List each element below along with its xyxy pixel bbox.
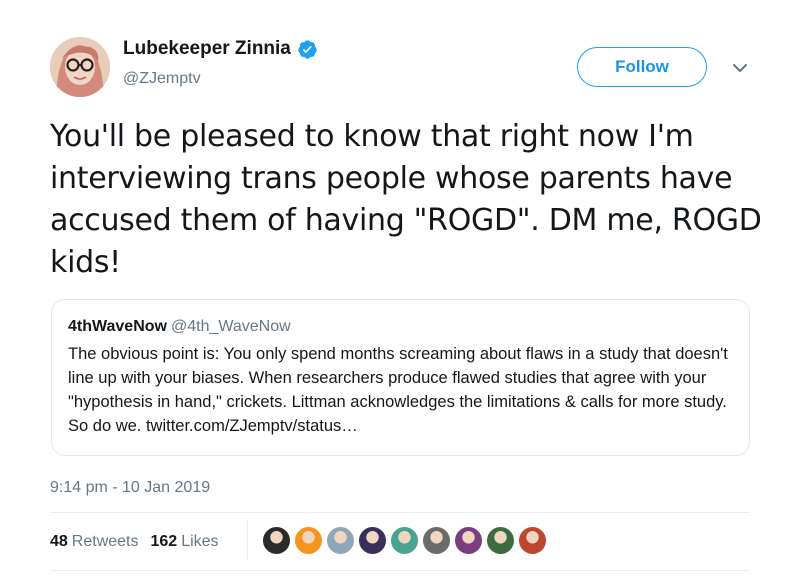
tweet-timestamp[interactable]: 9:14 pm - 10 Jan 2019 [50, 479, 210, 497]
author-name-text: Lubekeeper Zinnia [123, 38, 291, 59]
stats-separator [247, 521, 248, 561]
quoted-tweet[interactable]: 4thWaveNow @4th_WaveNow The obvious point… [51, 299, 750, 456]
divider [50, 570, 750, 571]
author-handle[interactable]: @ZJemptv [123, 70, 201, 88]
liker-avatar-9[interactable] [518, 526, 547, 555]
liker-avatar-4[interactable] [358, 526, 387, 555]
liker-avatar-7[interactable] [454, 526, 483, 555]
author-display-name[interactable]: Lubekeeper Zinnia [123, 38, 318, 60]
tweet-text: You'll be pleased to know that right now… [50, 119, 762, 280]
liker-avatar-2[interactable] [294, 526, 323, 555]
liker-avatar-8[interactable] [486, 526, 515, 555]
divider [50, 512, 750, 513]
liker-avatars [262, 526, 547, 555]
verified-badge-icon [298, 39, 317, 59]
liker-avatar-5[interactable] [390, 526, 419, 555]
chevron-down-icon[interactable] [732, 62, 748, 74]
liker-avatar-3[interactable] [326, 526, 355, 555]
quoted-author-handle: @4th_WaveNow [170, 318, 291, 335]
follow-button[interactable]: Follow [577, 47, 707, 87]
avatar-woman-glasses-icon [50, 37, 110, 97]
likes-label: Likes [181, 533, 219, 550]
retweets-count: 48 [50, 533, 68, 550]
quoted-tweet-header: 4thWaveNow @4th_WaveNow [68, 318, 733, 336]
liker-avatar-1[interactable] [262, 526, 291, 555]
liker-avatar-6[interactable] [422, 526, 451, 555]
likes-stat[interactable]: 162 Likes [151, 533, 219, 551]
quoted-tweet-text: The obvious point is: You only spend mon… [68, 345, 728, 435]
likes-count: 162 [150, 533, 178, 550]
retweets-label: Retweets [71, 533, 139, 550]
tweet-stats: 48 Retweets 162 Likes [50, 533, 219, 551]
author-avatar[interactable] [50, 37, 110, 97]
quoted-author-name: 4thWaveNow [68, 318, 167, 335]
retweets-stat[interactable]: 48 Retweets [50, 533, 139, 551]
